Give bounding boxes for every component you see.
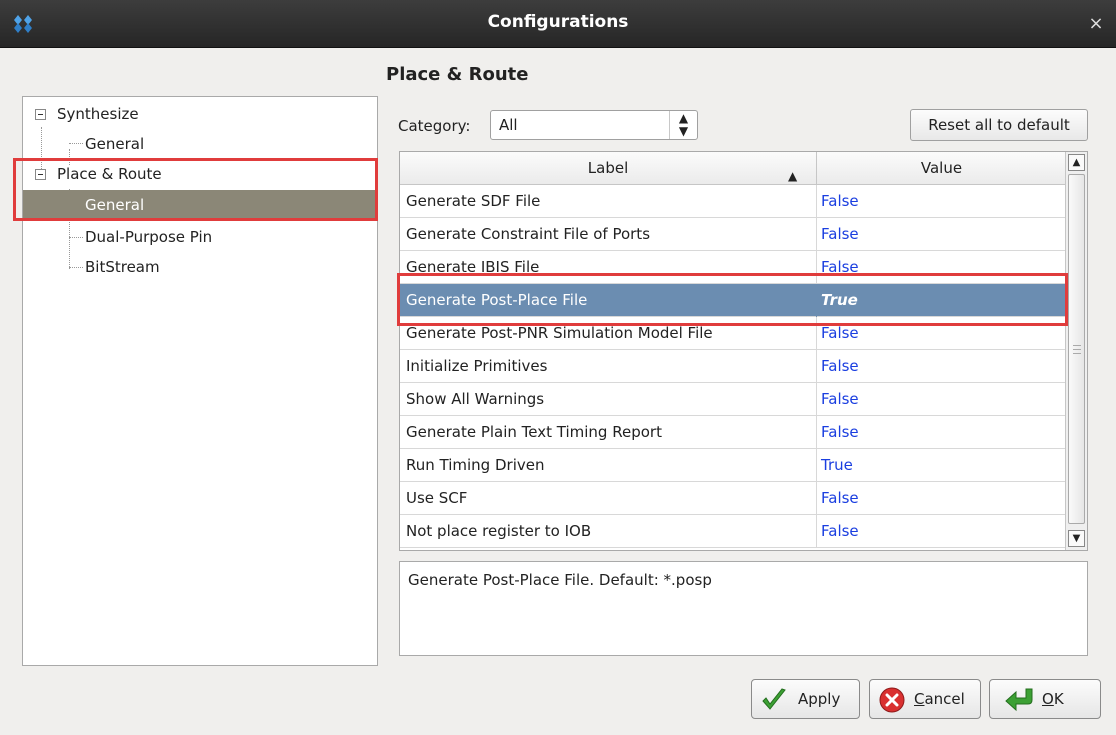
category-select[interactable]: All ▲ ▼	[490, 110, 698, 140]
check-icon	[762, 688, 786, 710]
table-row[interactable]: Generate Constraint File of Ports False	[400, 218, 1066, 251]
column-header-label[interactable]: Label ▲	[400, 152, 817, 185]
row-label: Not place register to IOB	[400, 515, 817, 548]
row-value[interactable]: False	[817, 383, 1066, 416]
reset-all-button[interactable]: Reset all to default	[910, 109, 1088, 141]
description-box: Generate Post-Place File. Default: *.pos…	[399, 561, 1088, 656]
cancel-label: Cancel	[914, 680, 965, 718]
category-selected-value: All	[499, 116, 518, 134]
cancel-icon	[879, 687, 905, 713]
window-title: Configurations	[487, 12, 629, 32]
title-bar: Configurations ×	[0, 0, 1116, 48]
ok-label-rest: K	[1053, 690, 1064, 708]
table-row[interactable]: Not place register to IOB False	[400, 515, 1066, 548]
table-row[interactable]: Show All Warnings False	[400, 383, 1066, 416]
grip-line	[1073, 345, 1081, 346]
grip-line	[1073, 353, 1081, 354]
row-value[interactable]: False	[817, 251, 1066, 284]
category-tree[interactable]: Synthesize General Place & Route General…	[22, 96, 378, 666]
row-label: Generate Plain Text Timing Report	[400, 416, 817, 449]
vertical-scrollbar[interactable]: ▲ ▼	[1065, 152, 1087, 550]
table-row[interactable]: Generate SDF File False	[400, 185, 1066, 218]
tree-item-synthesize[interactable]: Synthesize	[23, 99, 377, 129]
scroll-down-icon[interactable]: ▼	[1068, 530, 1085, 547]
row-label: Generate IBIS File	[400, 251, 817, 284]
close-icon[interactable]: ×	[1086, 13, 1106, 34]
row-value[interactable]: True	[817, 449, 1066, 482]
table-row[interactable]: Generate IBIS File False	[400, 251, 1066, 284]
row-label: Run Timing Driven	[400, 449, 817, 482]
tree-item-label: General	[85, 135, 145, 153]
row-value[interactable]: False	[817, 185, 1066, 218]
column-header-value[interactable]: Value	[817, 152, 1066, 185]
row-label: Initialize Primitives	[400, 350, 817, 383]
row-value[interactable]: False	[817, 416, 1066, 449]
row-label: Generate Constraint File of Ports	[400, 218, 817, 251]
row-label: Generate SDF File	[400, 185, 817, 218]
apply-label: Apply	[798, 690, 841, 708]
scroll-up-icon[interactable]: ▲	[1068, 154, 1085, 171]
table-row[interactable]: Generate Post-PNR Simulation Model File …	[400, 317, 1066, 350]
tree-item-label: BitStream	[85, 258, 160, 276]
page-title: Place & Route	[386, 64, 529, 85]
row-label: Generate Post-PNR Simulation Model File	[400, 317, 817, 350]
tree-item-bitstream[interactable]: BitStream	[23, 252, 377, 282]
row-value[interactable]: False	[817, 482, 1066, 515]
tree-item-place-route[interactable]: Place & Route	[23, 159, 377, 189]
scrollbar-thumb[interactable]	[1068, 174, 1085, 524]
grip-line	[1073, 349, 1081, 350]
table-row[interactable]: Use SCF False	[400, 482, 1066, 515]
tree-item-dual-purpose-pin[interactable]: Dual-Purpose Pin	[23, 222, 377, 252]
tree-item-synthesize-general[interactable]: General	[23, 129, 377, 159]
cancel-button[interactable]: Cancel	[869, 679, 981, 719]
cancel-label-rest: ancel	[924, 690, 965, 708]
row-value[interactable]: False	[817, 317, 1066, 350]
row-value[interactable]: False	[817, 515, 1066, 548]
table-row[interactable]: Generate Plain Text Timing Report False	[400, 416, 1066, 449]
collapse-icon[interactable]	[35, 169, 46, 180]
row-label: Generate Post-Place File	[400, 284, 817, 317]
row-label: Use SCF	[400, 482, 817, 515]
tree-item-label: Synthesize	[57, 105, 139, 123]
ok-arrow-icon	[1005, 688, 1033, 712]
row-value[interactable]: False	[817, 218, 1066, 251]
ok-mnemonic: O	[1042, 690, 1054, 708]
cancel-mnemonic: C	[914, 690, 925, 708]
column-header-text: Label	[587, 159, 629, 177]
tree-item-label: General	[85, 196, 145, 214]
apply-button[interactable]: Apply	[751, 679, 860, 719]
row-label: Show All Warnings	[400, 383, 817, 416]
table-header: Label ▲ Value	[400, 152, 1066, 185]
table-row[interactable]: Run Timing Driven True	[400, 449, 1066, 482]
tree-item-label: Place & Route	[57, 165, 162, 183]
row-value[interactable]: True	[817, 284, 1066, 317]
collapse-icon[interactable]	[35, 109, 46, 120]
row-value[interactable]: False	[817, 350, 1066, 383]
ok-button[interactable]: OK	[989, 679, 1101, 719]
updown-arrows-icon[interactable]: ▲ ▼	[669, 111, 697, 139]
tree-item-place-route-general[interactable]: General	[23, 190, 377, 220]
category-label: Category:	[398, 117, 471, 135]
table-row-selected[interactable]: Generate Post-Place File True	[400, 284, 1066, 317]
ok-label: OK	[1042, 680, 1064, 718]
tree-item-label: Dual-Purpose Pin	[85, 228, 213, 246]
properties-table[interactable]: Label ▲ Value Generate SDF File False Ge…	[399, 151, 1088, 551]
table-row[interactable]: Initialize Primitives False	[400, 350, 1066, 383]
